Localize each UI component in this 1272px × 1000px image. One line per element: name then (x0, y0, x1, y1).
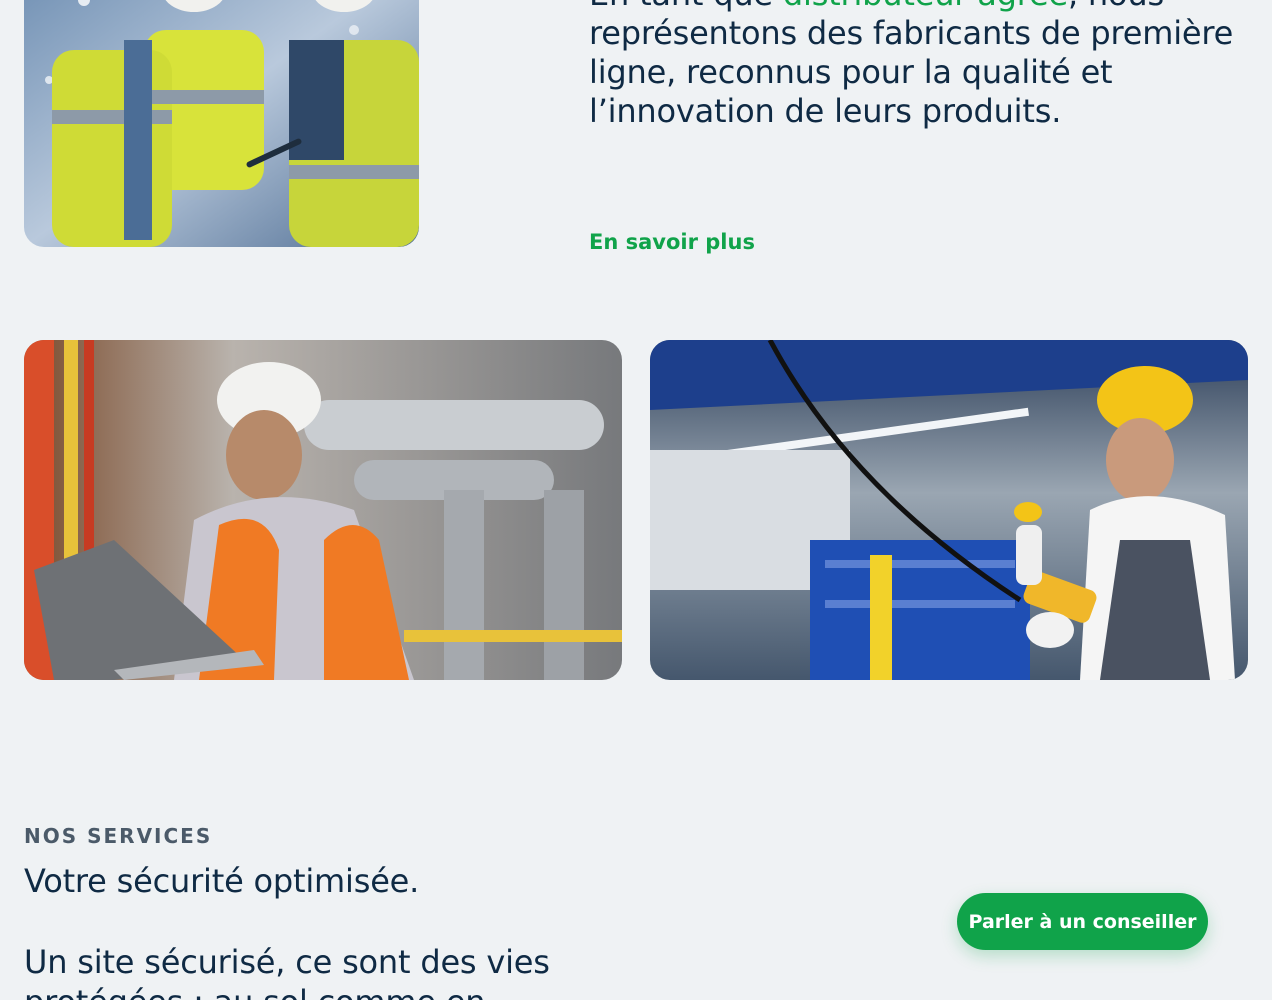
worker-crane-remote-photo (650, 340, 1248, 680)
engineer-laptop-photo (24, 340, 622, 680)
intro-text-accent: distributeur agréé (783, 0, 1068, 13)
learn-more-link[interactable]: En savoir plus (589, 230, 755, 254)
services-title: Votre sécurité optimisée. (24, 862, 420, 900)
intro-text-before: En tant que (589, 0, 783, 13)
page: En tant que distributeur agréé, nous rep… (0, 0, 1272, 1000)
services-eyebrow: Nos services (24, 824, 213, 848)
services-lead: Un site sécurisé, ce sont des vies proté… (24, 943, 550, 1000)
workers-tablet-photo (24, 0, 419, 247)
intro-text-after: , nous représentons des fabricants de pr… (589, 0, 1234, 130)
talk-to-advisor-button[interactable]: Parler à un conseiller (957, 893, 1208, 950)
intro-paragraph: En tant que distributeur agréé, nous rep… (589, 0, 1259, 131)
